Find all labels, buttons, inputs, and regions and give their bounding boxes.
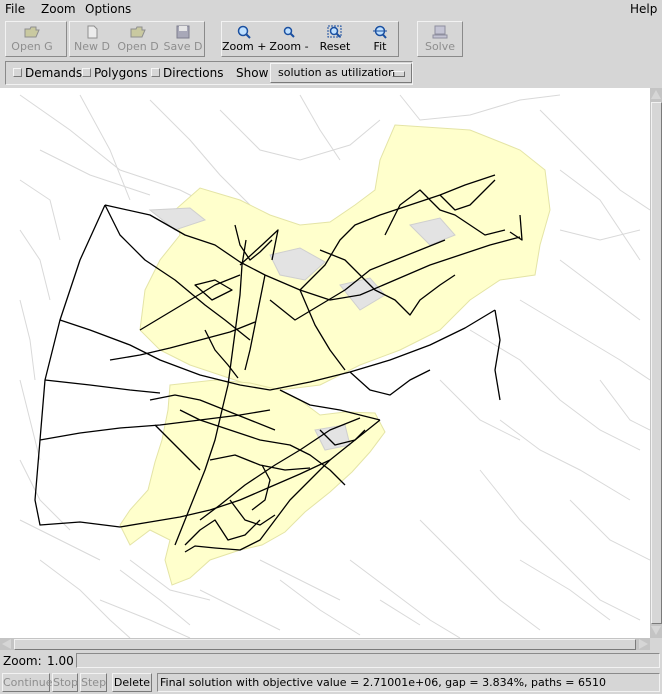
network-map[interactable] [0, 88, 650, 638]
open-graph-button[interactable]: Open G [8, 22, 56, 56]
zoom-info-field [76, 653, 660, 668]
zoom-out-button[interactable]: Zoom - [267, 22, 311, 56]
solve-button[interactable]: Solve [418, 22, 462, 56]
magnifier-minus-icon [283, 26, 295, 38]
scroll-down-icon[interactable] [651, 626, 661, 635]
zoom-in-button[interactable]: Zoom + [222, 22, 266, 56]
vertical-scrollbar[interactable] [650, 88, 662, 638]
menu-help[interactable]: Help [630, 2, 657, 16]
scroll-up-icon[interactable] [651, 90, 661, 99]
menu-options[interactable]: Options [85, 2, 131, 16]
delete-button[interactable]: Delete [112, 673, 152, 692]
demands-label: Demands [25, 66, 83, 80]
vertical-scroll-thumb[interactable] [651, 102, 662, 624]
magnifier-reset-icon [327, 25, 342, 38]
directions-label: Directions [163, 66, 224, 80]
folder-open-icon [24, 26, 40, 38]
show-mode-select[interactable]: solution as utilization [270, 63, 412, 83]
reset-zoom-button[interactable]: Reset [313, 22, 357, 56]
menu-file[interactable]: File [5, 2, 25, 16]
show-mode-value: solution as utilization [278, 66, 396, 79]
show-label: Show [236, 66, 269, 80]
magnifier-fit-icon [373, 25, 387, 39]
floppy-disk-icon [176, 25, 190, 39]
menu-zoom[interactable]: Zoom [41, 2, 76, 16]
zoom-value: 1.00 [47, 654, 74, 668]
continue-button[interactable]: Continue [2, 673, 52, 692]
polygons-label: Polygons [94, 66, 148, 80]
new-document-icon [87, 25, 98, 39]
open-demands-button[interactable]: Open D [116, 22, 160, 56]
scroll-right-icon[interactable] [639, 639, 648, 649]
directions-checkbox[interactable] [151, 68, 160, 77]
zoom-bar: Zoom: 1.00 [0, 652, 662, 670]
new-demands-button[interactable]: New D [70, 22, 114, 56]
demands-checkbox[interactable] [13, 68, 22, 77]
horizontal-scroll-thumb[interactable] [14, 639, 636, 650]
magnifier-plus-icon [237, 25, 251, 39]
status-bar: Continue Stop Step Delete Final solution… [0, 672, 662, 694]
toolbar: Open G New D Open D Save D Zoom + Zoom -… [0, 20, 662, 58]
horizontal-scrollbar[interactable] [0, 638, 650, 650]
menu-bar: File Zoom Options Help [0, 0, 662, 20]
option-menu-indicator-icon [392, 71, 405, 77]
status-message: Final solution with objective value = 2.… [157, 673, 660, 692]
step-button[interactable]: Step [80, 673, 107, 692]
map-canvas[interactable] [0, 88, 650, 638]
zoom-label: Zoom: [3, 654, 42, 668]
options-bar: Demands Polygons Directions Show solutio… [0, 60, 662, 88]
polygons-checkbox[interactable] [82, 68, 91, 77]
fit-button[interactable]: Fit [358, 22, 402, 56]
solve-icon [432, 25, 448, 39]
stop-button[interactable]: Stop [52, 673, 78, 692]
scroll-left-icon[interactable] [2, 639, 11, 649]
folder-open-icon [130, 26, 146, 38]
save-demands-button[interactable]: Save D [162, 22, 204, 56]
